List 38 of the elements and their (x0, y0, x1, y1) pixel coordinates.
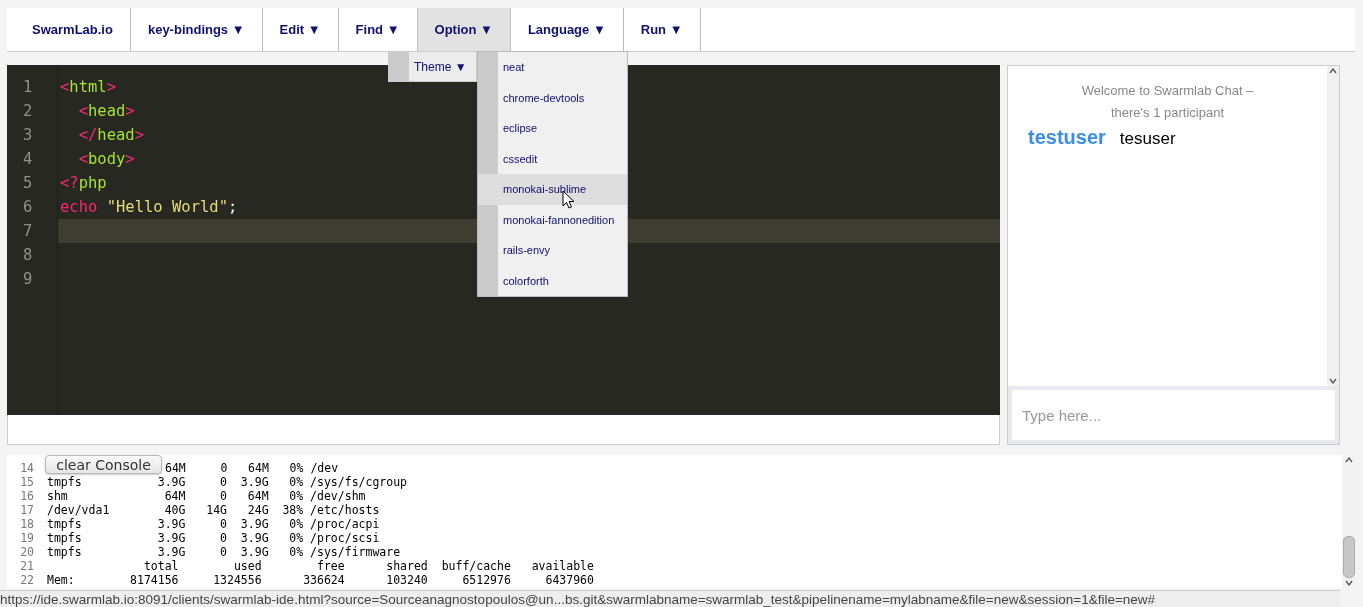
console-line: /dev/vda1 40G 14G 24G 38% /etc/hosts (47, 503, 380, 517)
console-line: tmpfs 3.9G 0 3.9G 0% /proc/scsi (47, 531, 380, 545)
console-line: shm 64M 0 64M 0% /dev/shm (47, 489, 366, 503)
console-line: Mem: 8174156 1324556 336624 103240 6512976 6437960 (47, 573, 594, 587)
line-number: 8 (22, 245, 34, 266)
console-line: tmpfs 3.9G 0 3.9G 0% /sys/firmware (47, 545, 401, 559)
line-number: 16 (19, 489, 34, 503)
line-number: 20 (19, 545, 34, 559)
welcome-text: there's 1 participant (1109, 104, 1225, 122)
console-line: 64M 0 64M 0% /dev (165, 461, 339, 475)
line-number: 6 (22, 197, 34, 218)
line-number: 22 (19, 573, 34, 587)
line-number: 17 (19, 503, 34, 517)
code-line: <body> (77, 149, 135, 170)
code-line: echo "Hello World"; (60, 197, 238, 218)
code-line: <html> (60, 77, 116, 98)
line-number: 2 (22, 101, 34, 122)
participant-name: tesuser (1119, 129, 1176, 149)
line-number: 5 (22, 173, 34, 194)
line-number: 19 (19, 531, 34, 545)
code-line: <head> (77, 101, 135, 122)
line-number: 18 (19, 517, 34, 531)
code-line: <?php (60, 173, 107, 194)
console-line: total used free shared buff/cache available (142, 559, 594, 573)
line-number: 15 (19, 475, 34, 489)
console-line: tmpfs 3.9G 0 3.9G 0% /sys/fs/cgroup (47, 475, 408, 489)
line-number: 9 (22, 269, 34, 290)
line-number: 7 (22, 221, 34, 242)
status-url: https://ide.swarmlab.io:8091/clients/swarmlab-ide.html?source=Sourceanagnostopoulos@un...bs.git&swarmlabname=swarmlab_test&pipelinename=mylabname&file=new&session=1&file=new# (0, 590, 1340, 607)
code-line: </head> (77, 125, 144, 146)
line-number: 3 (22, 125, 34, 146)
line-number: 21 (19, 559, 34, 573)
line-number: 14 (19, 461, 34, 475)
console-line: tmpfs 3.9G 0 3.9G 0% /proc/acpi (47, 517, 380, 531)
welcome-text: Welcome to Swarmlab Chat – (1080, 82, 1255, 100)
username: testuser (1028, 126, 1106, 149)
line-number: 4 (22, 149, 34, 170)
line-number: 1 (22, 77, 34, 98)
